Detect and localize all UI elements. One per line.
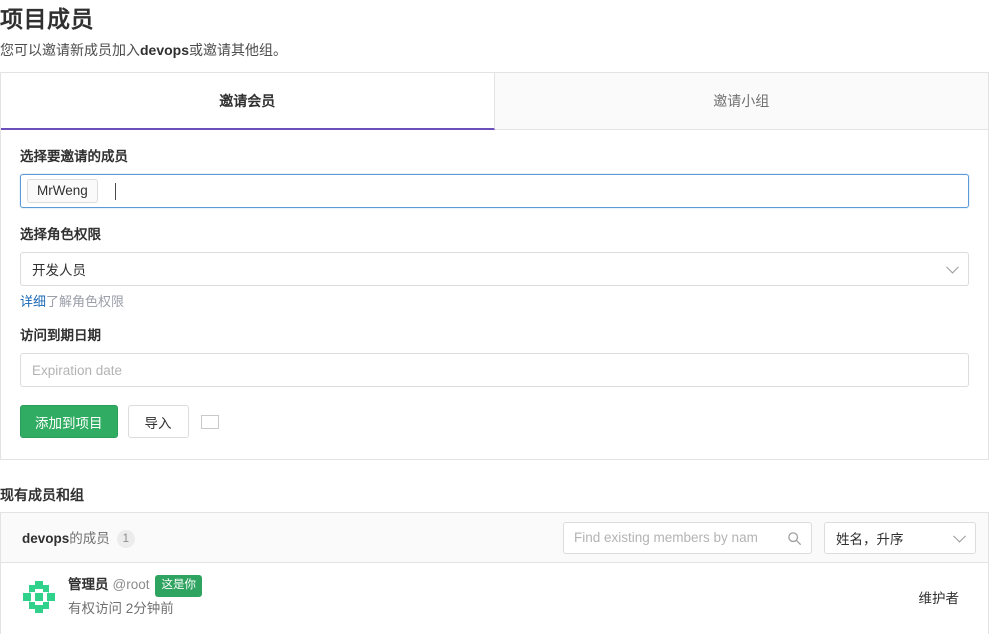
page-description-group: devops bbox=[140, 42, 190, 58]
role-select-value: 开发人员 bbox=[32, 263, 86, 278]
member-role: 维护者 bbox=[918, 590, 960, 606]
role-help-link-rest: 了解角色权限 bbox=[46, 294, 125, 309]
chevron-down-icon bbox=[953, 529, 966, 543]
member-identity: 管理员 @root 这是你 bbox=[68, 575, 202, 597]
invite-panel: 邀请会员 邀请小组 选择要邀请的成员 MrWeng 选择角色权限 开发人员 详细… bbox=[0, 72, 989, 460]
status-badge: 这是你 bbox=[155, 575, 202, 597]
existing-members-panel: devops的成员 1 Find existing members by nam … bbox=[0, 512, 989, 634]
member-search-input[interactable]: Find existing members by nam bbox=[563, 521, 812, 554]
page-title: 项目成员 bbox=[0, 6, 94, 32]
role-help-link-strong: 详细 bbox=[20, 294, 47, 309]
member-sort-select[interactable]: 姓名，升序 bbox=[824, 521, 976, 554]
page-description-prefix: 您可以邀请新成员加入 bbox=[0, 42, 140, 58]
tab-invite-member-label: 邀请会员 bbox=[219, 92, 276, 109]
member-access-time: 2分钟前 bbox=[125, 601, 174, 616]
members-group-title: devops的成员 1 bbox=[22, 527, 135, 549]
member-handle[interactable]: @root bbox=[113, 577, 150, 592]
expiration-date-placeholder: Expiration date bbox=[32, 362, 123, 378]
import-button[interactable]: 导入 bbox=[127, 405, 189, 438]
page-description: 您可以邀请新成员加入devops或邀请其他组。 bbox=[0, 40, 287, 60]
member-name[interactable]: 管理员 bbox=[68, 577, 109, 592]
member-access-text: 有权访问 bbox=[68, 601, 122, 616]
invite-tabs: 邀请会员 邀请小组 bbox=[1, 73, 988, 130]
form-actions: 添加到项目 导入 bbox=[20, 405, 969, 438]
role-help-link[interactable]: 详细了解角色权限 bbox=[20, 293, 969, 311]
members-page: 项目成员 您可以邀请新成员加入devops或邀请其他组。 邀请会员 邀请小组 选… bbox=[0, 0, 999, 634]
expiration-date-input[interactable]: Expiration date bbox=[20, 353, 969, 387]
member-sort-value: 姓名，升序 bbox=[836, 531, 904, 547]
members-panel-header: devops的成员 1 Find existing members by nam … bbox=[1, 513, 988, 563]
role-select[interactable]: 开发人员 bbox=[20, 252, 969, 286]
avatar[interactable] bbox=[19, 576, 59, 617]
select-role-label: 选择角色权限 bbox=[20, 227, 101, 242]
invite-form: 选择要邀请的成员 MrWeng 选择角色权限 开发人员 详细了解角色权限 访问到… bbox=[1, 130, 988, 438]
members-count-badge: 1 bbox=[116, 530, 135, 549]
page-description-suffix: 或邀请其他组。 bbox=[189, 42, 288, 58]
members-group-name: devops bbox=[22, 530, 70, 546]
chevron-down-icon bbox=[946, 260, 959, 274]
expiration-label: 访问到期日期 bbox=[20, 328, 101, 343]
tab-invite-group-label: 邀请小组 bbox=[713, 93, 770, 109]
member-access: 有权访问 2分钟前 bbox=[68, 599, 202, 618]
tab-invite-member[interactable]: 邀请会员 bbox=[1, 73, 495, 130]
member-info: 管理员 @root 这是你 有权访问 2分钟前 bbox=[68, 575, 202, 618]
search-icon[interactable] bbox=[787, 531, 802, 546]
member-token[interactable]: MrWeng bbox=[27, 179, 98, 203]
text-cursor bbox=[114, 182, 116, 200]
table-row: 管理员 @root 这是你 有权访问 2分钟前 维护者 bbox=[1, 563, 988, 618]
placeholder-box bbox=[200, 414, 219, 429]
select-member-label: 选择要邀请的成员 bbox=[20, 149, 128, 164]
member-search-placeholder: Find existing members by nam bbox=[574, 530, 758, 545]
member-token-input[interactable]: MrWeng bbox=[20, 174, 969, 208]
members-group-suffix: 的成员 bbox=[69, 530, 110, 546]
tab-invite-group[interactable]: 邀请小组 bbox=[494, 73, 988, 129]
add-to-project-button[interactable]: 添加到项目 bbox=[20, 405, 118, 438]
existing-members-title: 现有成员和组 bbox=[0, 487, 84, 503]
